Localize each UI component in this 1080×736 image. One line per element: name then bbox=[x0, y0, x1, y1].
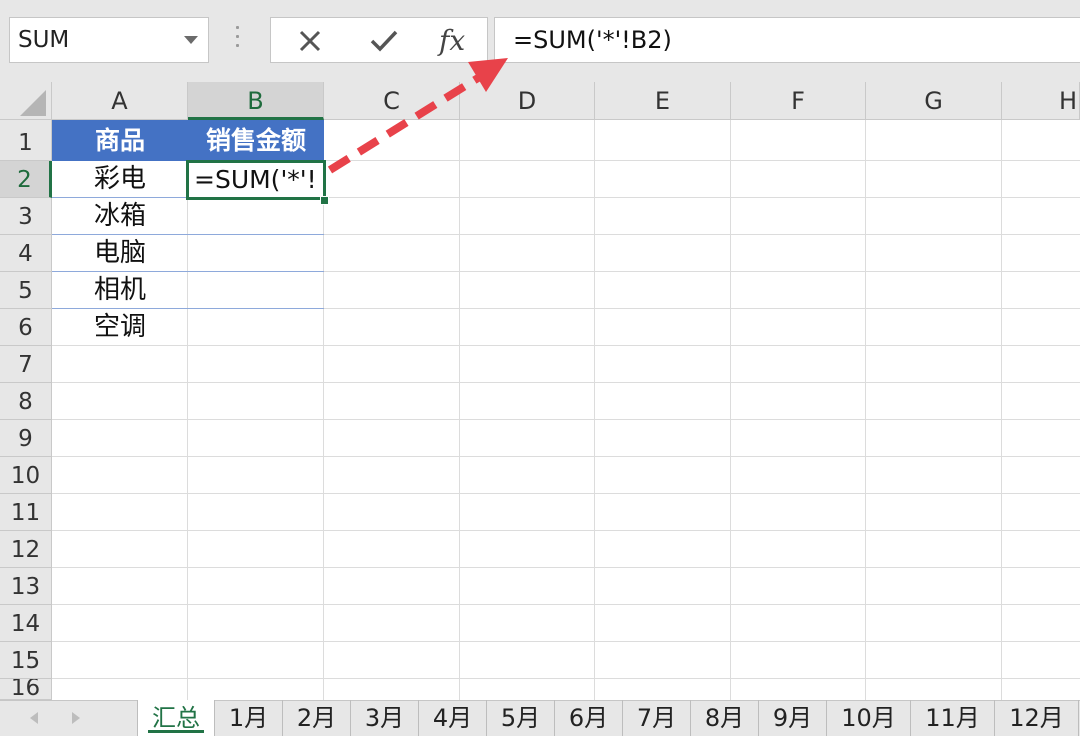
sheet-tab-7[interactable]: 7月 bbox=[623, 700, 691, 736]
dashed-arrow-icon bbox=[327, 58, 508, 174]
sheet-tab-4[interactable]: 4月 bbox=[419, 700, 487, 736]
sheet-tab-1[interactable]: 1月 bbox=[215, 700, 283, 736]
scroll-right-icon[interactable] bbox=[72, 712, 80, 724]
sheet-tab-10[interactable]: 10月 bbox=[827, 700, 911, 736]
sheet-tab-5[interactable]: 5月 bbox=[487, 700, 555, 736]
sheet-tab-11[interactable]: 11月 bbox=[911, 700, 995, 736]
sheet-tab-9[interactable]: 9月 bbox=[759, 700, 827, 736]
sheet-tab-6[interactable]: 6月 bbox=[555, 700, 623, 736]
sheet-tab-8[interactable]: 8月 bbox=[691, 700, 759, 736]
sheet-tab-12[interactable]: 12月 bbox=[995, 700, 1079, 736]
sheet-tab-2[interactable]: 2月 bbox=[283, 700, 351, 736]
sheet-tab-3[interactable]: 3月 bbox=[351, 700, 419, 736]
sheet-tab-summary[interactable]: 汇总 bbox=[137, 700, 215, 736]
scroll-left-icon[interactable] bbox=[30, 712, 38, 724]
